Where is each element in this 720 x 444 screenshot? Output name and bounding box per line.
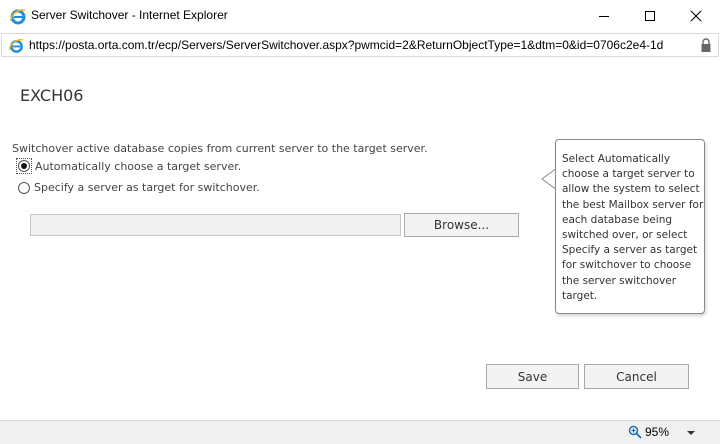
save-button[interactable]: Save	[486, 364, 579, 389]
zoom-level[interactable]: 95%	[645, 425, 669, 439]
help-tooltip: Select Automatically choose a target ser…	[555, 139, 705, 314]
zoom-control[interactable]: 95%	[628, 425, 669, 439]
focus-outline	[16, 158, 32, 174]
target-server-field	[30, 214, 401, 236]
internet-explorer-icon	[10, 9, 26, 25]
window-title-bar: Server Switchover - Internet Explorer	[0, 0, 720, 32]
maximize-icon	[645, 10, 655, 21]
address-bar[interactable]: https://posta.orta.com.tr/ecp/Servers/Se…	[1, 33, 719, 57]
maximize-button[interactable]	[627, 0, 673, 31]
specify-server-option[interactable]: Specify a server as target for switchove…	[17, 181, 260, 194]
auto-target-label[interactable]: Automatically choose a target server.	[35, 160, 241, 173]
specify-server-radio[interactable]	[18, 181, 30, 194]
internet-explorer-icon	[9, 39, 24, 53]
specify-server-label[interactable]: Specify a server as target for switchove…	[34, 181, 260, 194]
zoom-icon	[628, 425, 642, 439]
close-icon	[690, 10, 702, 21]
status-bar: 95%	[0, 420, 720, 444]
minimize-button[interactable]	[581, 0, 627, 31]
auto-target-radio[interactable]	[18, 160, 30, 172]
window-title: Server Switchover - Internet Explorer	[31, 8, 228, 22]
help-text: Select Automatically choose a target ser…	[562, 153, 704, 302]
url-text[interactable]: https://posta.orta.com.tr/ecp/Servers/Se…	[29, 38, 663, 52]
minimize-icon	[599, 15, 609, 17]
chevron-down-icon[interactable]	[686, 429, 696, 437]
cancel-button[interactable]: Cancel	[584, 364, 689, 389]
lock-icon[interactable]	[700, 38, 712, 53]
close-button[interactable]	[673, 0, 719, 31]
server-name-heading: EXCH06	[20, 86, 84, 105]
instructions-text: Switchover active database copies from c…	[12, 142, 428, 155]
browse-button: Browse...	[404, 213, 519, 237]
auto-target-option[interactable]: Automatically choose a target server.	[16, 158, 241, 174]
